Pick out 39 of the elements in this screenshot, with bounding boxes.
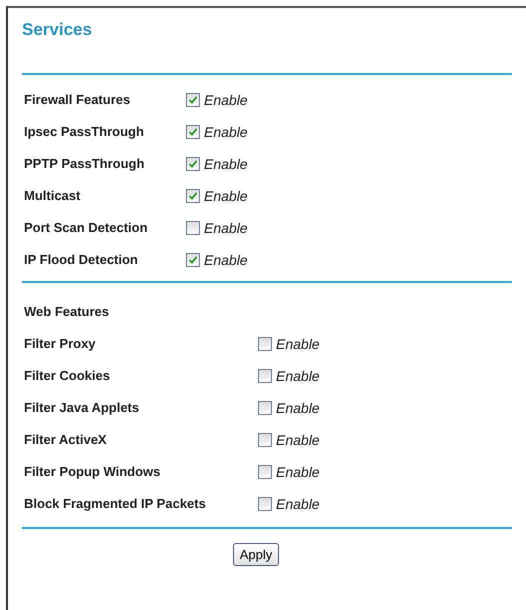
checkbox[interactable]: [186, 93, 200, 107]
checkbox[interactable]: [258, 465, 272, 479]
section-heading: Web Features: [23, 303, 110, 321]
checkbox[interactable]: [258, 369, 272, 383]
option-label: Enable: [204, 124, 248, 140]
option-label: Enable: [276, 400, 320, 416]
apply-button[interactable]: Apply: [232, 543, 280, 566]
option-label: Enable: [204, 92, 248, 108]
checkbox[interactable]: [258, 497, 272, 511]
feature-label: Filter Proxy: [24, 335, 97, 353]
option-label: Enable: [276, 336, 320, 352]
feature-label: Filter Java Applets: [24, 399, 140, 417]
option-label: Enable: [204, 188, 248, 204]
checkbox[interactable]: [258, 337, 272, 351]
feature-label: Multicast: [24, 187, 82, 205]
checkbox[interactable]: [186, 253, 200, 267]
option-label: Enable: [276, 432, 320, 448]
checkbox[interactable]: [258, 433, 272, 447]
feature-label: Firewall Features: [24, 91, 132, 109]
feature-label: Block Fragmented IP Packets: [24, 495, 207, 513]
option-label: Enable: [276, 368, 320, 384]
option-label: Enable: [276, 464, 320, 480]
checkbox[interactable]: [186, 189, 200, 203]
option-label: Enable: [204, 156, 248, 172]
feature-label: IP Flood Detection: [24, 251, 139, 269]
feature-label: Filter Popup Windows: [24, 463, 162, 481]
page-title: Services: [21, 20, 93, 40]
feature-label: Filter Cookies: [24, 367, 111, 385]
checkbox[interactable]: [258, 401, 272, 415]
feature-label: PPTP PassThrough: [24, 155, 146, 173]
option-label: Enable: [204, 252, 248, 268]
checkbox[interactable]: [186, 157, 200, 171]
option-label: Enable: [276, 496, 320, 512]
checkbox[interactable]: [186, 221, 200, 235]
option-label: Enable: [204, 220, 248, 236]
checkbox[interactable]: [186, 125, 200, 139]
feature-label: Ipsec PassThrough: [24, 123, 145, 141]
feature-label: Port Scan Detection: [24, 219, 149, 237]
feature-label: Filter ActiveX: [24, 431, 108, 449]
